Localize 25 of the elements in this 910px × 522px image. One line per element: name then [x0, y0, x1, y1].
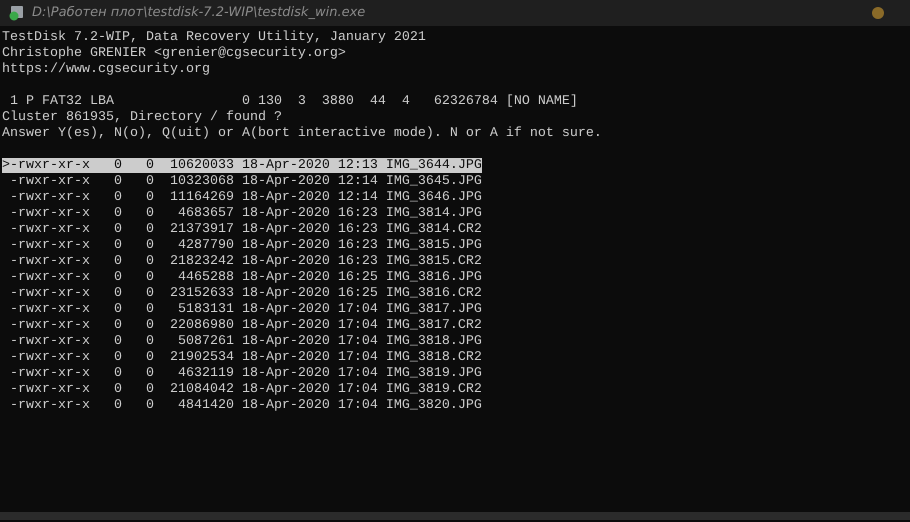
file-entry[interactable]: -rwxr-xr-x 0 0 11164269 18-Apr-2020 12:14 IMG_3646.JPG: [2, 190, 482, 205]
app-icon: [8, 5, 24, 21]
terminal-line: Christophe GRENIER <grenier@cgsecurity.org>: [2, 46, 346, 61]
file-entry[interactable]: -rwxr-xr-x 0 0 23152633 18-Apr-2020 16:25 IMG_3816.CR2: [2, 286, 482, 301]
file-entry[interactable]: -rwxr-xr-x 0 0 21084042 18-Apr-2020 17:04 IMG_3819.CR2: [2, 382, 482, 397]
file-entry[interactable]: -rwxr-xr-x 0 0 21373917 18-Apr-2020 16:23 IMG_3814.CR2: [2, 222, 482, 237]
file-entry[interactable]: -rwxr-xr-x 0 0 4683657 18-Apr-2020 16:23 IMG_3814.JPG: [2, 206, 482, 221]
file-entry[interactable]: -rwxr-xr-x 0 0 5087261 18-Apr-2020 17:04 IMG_3818.JPG: [2, 334, 482, 349]
window-title: D:\Работен плот\testdisk-7.2-WIP\testdisk_win.exe: [32, 4, 366, 22]
file-entry[interactable]: -rwxr-xr-x 0 0 22086980 18-Apr-2020 17:04 IMG_3817.CR2: [2, 318, 482, 333]
terminal-line: https://www.cgsecurity.org: [2, 62, 210, 77]
file-entry[interactable]: -rwxr-xr-x 0 0 21823242 18-Apr-2020 16:23 IMG_3815.CR2: [2, 254, 482, 269]
terminal-line: TestDisk 7.2-WIP, Data Recovery Utility, January 2021: [2, 30, 426, 45]
file-entry[interactable]: -rwxr-xr-x 0 0 4841420 18-Apr-2020 17:04 IMG_3820.JPG: [2, 398, 482, 413]
file-entry[interactable]: -rwxr-xr-x 0 0 4287790 18-Apr-2020 16:23 IMG_3815.JPG: [2, 238, 482, 253]
horizontal-scrollbar[interactable]: [0, 512, 910, 520]
file-entry[interactable]: -rwxr-xr-x 0 0 10323068 18-Apr-2020 12:14 IMG_3645.JPG: [2, 174, 482, 189]
file-entry[interactable]: -rwxr-xr-x 0 0 21902534 18-Apr-2020 17:04 IMG_3818.CR2: [2, 350, 482, 365]
file-entry[interactable]: -rwxr-xr-x 0 0 5183131 18-Apr-2020 17:04 IMG_3817.JPG: [2, 302, 482, 317]
partition-line: 1 P FAT32 LBA 0 130 3 3880 44 4 62326784 [NO NAME]: [8, 94, 578, 109]
prompt-line: Answer Y(es), N(o), Q(uit) or A(bort interactive mode). N or A if not sure.: [2, 126, 602, 141]
file-entry[interactable]: -rwxr-xr-x 0 0 4465288 18-Apr-2020 16:25 IMG_3816.JPG: [2, 270, 482, 285]
prompt-line: Cluster 861935, Directory / found ?: [2, 110, 282, 125]
file-entry[interactable]: -rwxr-xr-x 0 0 4632119 18-Apr-2020 17:04 IMG_3819.JPG: [2, 366, 482, 381]
file-entry[interactable]: >-rwxr-xr-x 0 0 10620033 18-Apr-2020 12:13 IMG_3644.JPG: [2, 158, 482, 173]
